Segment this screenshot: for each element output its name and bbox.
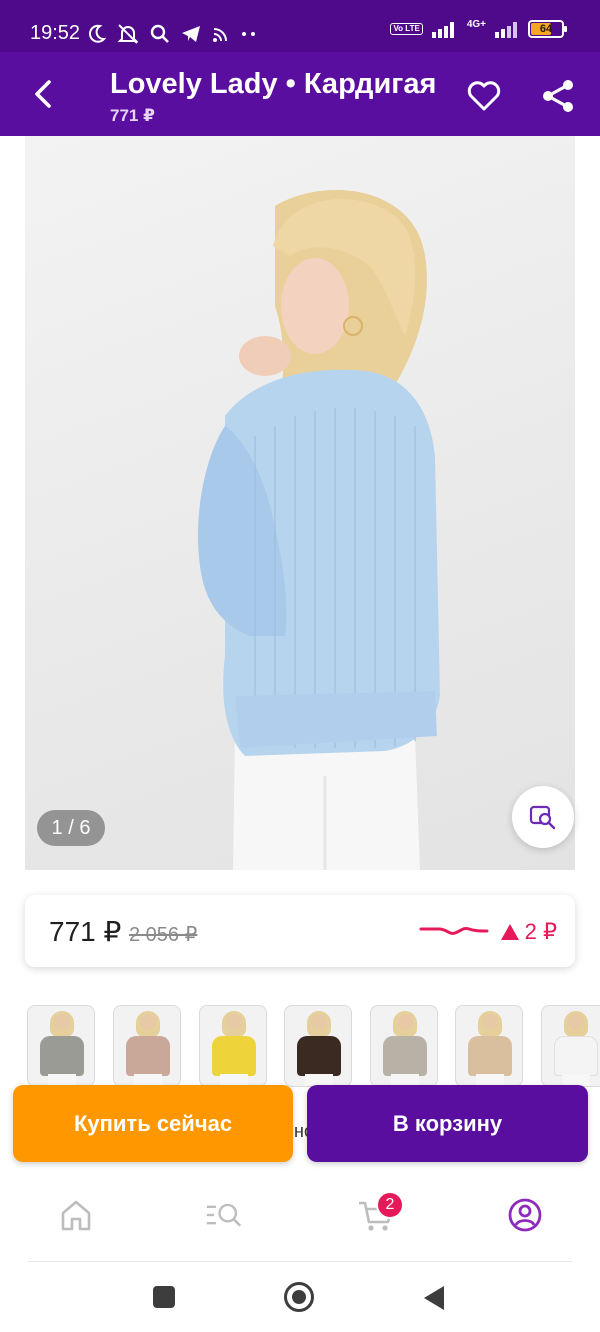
moon-icon [89, 24, 106, 43]
search-icon [150, 24, 169, 43]
arrow-up-icon [500, 924, 519, 940]
buy-now-button[interactable]: Купить сейчас [13, 1085, 293, 1162]
variant-thumb[interactable] [370, 1005, 438, 1087]
profile-icon[interactable] [505, 1195, 545, 1235]
battery-icon: 64 [528, 20, 567, 38]
catalog-search-icon[interactable] [205, 1195, 245, 1235]
cast-icon [213, 28, 227, 42]
app-bar: Lovely Lady • Кардигая 771 ₽ [0, 52, 600, 136]
current-price: 771 ₽ [49, 916, 122, 947]
status-bar: 19:52 Vo LTE 4G+ 64 [0, 0, 600, 52]
model-illustration [197, 190, 440, 870]
status-time: 19:52 [30, 22, 81, 44]
variant-thumbnails [27, 1005, 600, 1087]
visual-search-button[interactable] [512, 786, 574, 848]
signal-icon [431, 22, 454, 38]
price-card[interactable]: 771 ₽ 2 056 ₽ 2 ₽ [25, 895, 575, 967]
gallery-counter: 1 / 6 [37, 810, 105, 846]
variant-thumb[interactable] [27, 1005, 95, 1087]
header-price: 771 ₽ [110, 106, 155, 125]
add-to-cart-button[interactable]: В корзину [307, 1085, 588, 1162]
bottom-navigation [0, 1175, 600, 1261]
home-button[interactable] [284, 1282, 314, 1312]
battery-level: 64 [539, 23, 553, 35]
price-change: 2 ₽ [500, 919, 557, 945]
muted-bell-icon [117, 24, 139, 44]
back-button[interactable] [424, 1286, 444, 1310]
status-icons-right: Vo LTE 4G+ 64 [390, 19, 567, 38]
product-photo[interactable] [25, 136, 575, 870]
telegram-icon [182, 26, 200, 42]
more-dots-icon [242, 32, 255, 36]
old-price: 2 056 ₽ [129, 924, 198, 946]
recents-button[interactable] [153, 1286, 175, 1308]
back-arrow-icon[interactable] [24, 74, 64, 114]
status-icons-left [88, 22, 258, 46]
variant-thumb[interactable] [541, 1005, 600, 1087]
volte-badge: Vo LTE [390, 23, 423, 35]
variant-thumb[interactable] [284, 1005, 352, 1087]
share-icon[interactable] [538, 76, 578, 116]
image-search-icon [529, 805, 556, 830]
variant-thumb[interactable] [199, 1005, 267, 1087]
network-type: 4G+ [466, 19, 486, 30]
system-navigation [0, 1262, 600, 1332]
signal-icon-2 [495, 22, 517, 38]
product-title: Lovely Lady • Кардигая [110, 68, 437, 100]
variant-thumb[interactable] [455, 1005, 523, 1087]
price-trend-icon [419, 927, 489, 935]
variant-thumb[interactable] [113, 1005, 181, 1087]
price-change-value: 2 ₽ [524, 919, 557, 944]
heart-icon[interactable] [464, 76, 504, 116]
home-icon[interactable] [56, 1195, 96, 1235]
cart-badge: 2 [376, 1191, 404, 1219]
